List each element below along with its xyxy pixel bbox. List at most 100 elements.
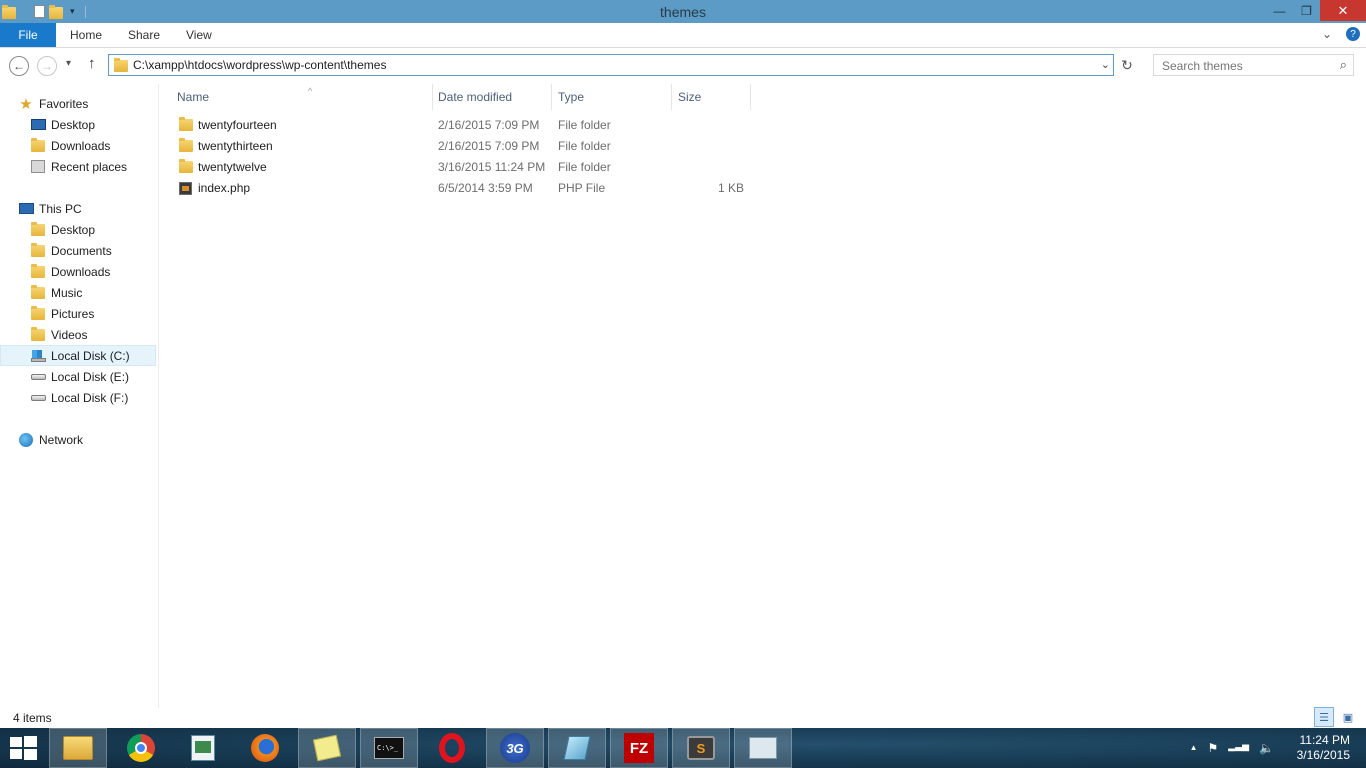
resource-monitor-icon (749, 737, 777, 759)
network-signal-icon[interactable]: ▂▃▅ (1228, 741, 1249, 755)
sidebar-item-downloads[interactable]: Downloads (0, 261, 156, 282)
table-row[interactable]: twentythirteen 2/16/2015 7:09 PM File fo… (170, 136, 760, 157)
firefox-icon (251, 734, 279, 762)
help-icon[interactable]: ? (1346, 27, 1360, 41)
view-switcher: ☰ ▣ (1314, 707, 1358, 727)
search-box[interactable]: ⌕ (1153, 54, 1354, 76)
sidebar-item-label: Local Disk (E:) (51, 369, 130, 384)
taskbar-firefox[interactable] (236, 728, 294, 768)
refresh-button[interactable]: ↻ (1118, 56, 1136, 74)
taskbar-filezilla[interactable]: FZ (610, 728, 668, 768)
taskbar-3g-modem[interactable]: 3G (486, 728, 544, 768)
tray-icons: ▲ ⚑ ▂▃▅ 🔈 (1190, 741, 1274, 755)
taskbar-file-explorer[interactable] (49, 728, 107, 768)
show-hidden-icons-icon[interactable]: ▲ (1190, 743, 1198, 755)
folder-icon (30, 263, 46, 279)
sidebar-favorites[interactable]: ★ Favorites (0, 93, 156, 114)
folder-icon (179, 138, 193, 152)
sidebar-network[interactable]: Network (0, 429, 156, 450)
action-center-flag-icon[interactable]: ⚑ (1208, 741, 1219, 755)
command-prompt-icon: C:\>_ (374, 737, 404, 759)
file-size: 1 KB (717, 181, 744, 195)
windows-disk-icon (30, 349, 46, 363)
sidebar-item-label: Downloads (51, 264, 111, 279)
sidebar-item-label: Favorites (39, 96, 89, 111)
sidebar-item-local-disk-c[interactable]: Local Disk (C:) (0, 345, 156, 366)
folder-icon (30, 221, 46, 237)
back-button[interactable]: ← (9, 56, 29, 76)
file-date: 2/16/2015 7:09 PM (438, 139, 540, 153)
expand-ribbon-icon[interactable]: ⌄ (1322, 27, 1332, 41)
search-input[interactable] (1160, 58, 1334, 74)
table-row[interactable]: twentyfourteen 2/16/2015 7:09 PM File fo… (170, 115, 760, 136)
file-name: twentyfourteen (198, 118, 277, 132)
sublime-text-icon: S (687, 736, 715, 760)
title-bar: ▾ themes — ❐ ✕ (0, 0, 1366, 23)
sidebar-item-local-disk-e[interactable]: Local Disk (E:) (0, 366, 156, 387)
file-date: 6/5/2014 3:59 PM (438, 181, 533, 195)
file-type: PHP File (558, 181, 606, 195)
volume-icon[interactable]: 🔈 (1259, 741, 1274, 755)
sidebar-item-favorites-downloads[interactable]: Downloads (0, 135, 156, 156)
column-header-name[interactable]: Name ^ (171, 84, 433, 110)
file-type: File folder (558, 118, 611, 132)
file-name: index.php (198, 181, 251, 195)
pencil-app-icon (563, 736, 591, 760)
taskbar-chrome[interactable] (112, 728, 170, 768)
tab-home[interactable]: Home (70, 23, 102, 47)
disk-icon (30, 370, 46, 384)
sidebar-item-videos[interactable]: Videos (0, 324, 156, 345)
sidebar-item-recent-places[interactable]: Recent places (0, 156, 156, 177)
table-row[interactable]: twentytwelve 3/16/2015 11:24 PM File fol… (170, 157, 760, 178)
sidebar-item-label: Videos (51, 327, 88, 342)
navigation-pane: ★ Favorites Desktop Downloads Recent pla… (0, 84, 159, 708)
up-button[interactable]: ↑ (88, 55, 96, 72)
details-view-icon[interactable]: ☰ (1314, 707, 1334, 727)
sidebar-item-favorites-desktop[interactable]: Desktop (0, 114, 156, 135)
maximize-button[interactable]: ❐ (1293, 0, 1320, 21)
status-bar: 4 items ☰ ▣ (0, 707, 1366, 728)
file-explorer-icon (63, 736, 93, 760)
sidebar-item-desktop[interactable]: Desktop (0, 219, 156, 240)
address-path[interactable]: C:\xampp\htdocs\wordpress\wp-content\the… (133, 58, 386, 72)
tab-share[interactable]: Share (128, 23, 160, 47)
column-header-size[interactable]: Size (672, 84, 751, 110)
sidebar-item-documents[interactable]: Documents (0, 240, 156, 261)
sidebar-this-pc[interactable]: This PC (0, 198, 156, 219)
recent-locations-button[interactable]: ▾ (66, 58, 71, 69)
folder-icon (30, 326, 46, 342)
minimize-button[interactable]: — (1266, 0, 1293, 21)
column-header-date[interactable]: Date modified (432, 84, 552, 110)
close-button[interactable]: ✕ (1320, 0, 1366, 21)
address-dropdown-icon[interactable]: ⌄ (1101, 58, 1110, 71)
start-button-icon[interactable] (10, 736, 38, 760)
file-type: File folder (558, 160, 611, 174)
column-header-type[interactable]: Type (552, 84, 672, 110)
taskbar-notepad[interactable] (174, 728, 232, 768)
sidebar-item-label: Music (51, 285, 83, 300)
clock-date: 3/16/2015 (1296, 748, 1350, 762)
sidebar-item-music[interactable]: Music (0, 282, 156, 303)
notepad-icon (191, 735, 215, 761)
sidebar-item-local-disk-f[interactable]: Local Disk (F:) (0, 387, 156, 408)
address-bar[interactable]: C:\xampp\htdocs\wordpress\wp-content\the… (108, 54, 1114, 76)
taskbar: C:\>_ 3G FZ S ▲ ⚑ ▂▃▅ 🔈 11:24 PM 3/16/20… (0, 728, 1366, 768)
search-icon[interactable]: ⌕ (1340, 57, 1347, 73)
taskbar-opera[interactable] (423, 728, 481, 768)
taskbar-resource-monitor[interactable] (734, 728, 792, 768)
chrome-icon (127, 734, 155, 762)
taskbar-clock[interactable]: 11:24 PM 3/16/2015 (1297, 733, 1350, 763)
tab-file[interactable]: File (0, 23, 56, 47)
sidebar-item-label: Downloads (51, 138, 111, 153)
file-date: 3/16/2015 11:24 PM (438, 160, 546, 174)
large-icons-view-icon[interactable]: ▣ (1338, 707, 1358, 727)
table-row[interactable]: index.php 6/5/2014 3:59 PM PHP File 1 KB (170, 178, 760, 199)
desktop-icon (30, 118, 46, 132)
taskbar-pencil-app[interactable] (548, 728, 606, 768)
forward-button[interactable]: → (37, 56, 57, 76)
taskbar-command-prompt[interactable]: C:\>_ (360, 728, 418, 768)
sidebar-item-pictures[interactable]: Pictures (0, 303, 156, 324)
tab-view[interactable]: View (186, 23, 212, 47)
taskbar-sublime-text[interactable]: S (672, 728, 730, 768)
taskbar-sticky-notes[interactable] (298, 728, 356, 768)
